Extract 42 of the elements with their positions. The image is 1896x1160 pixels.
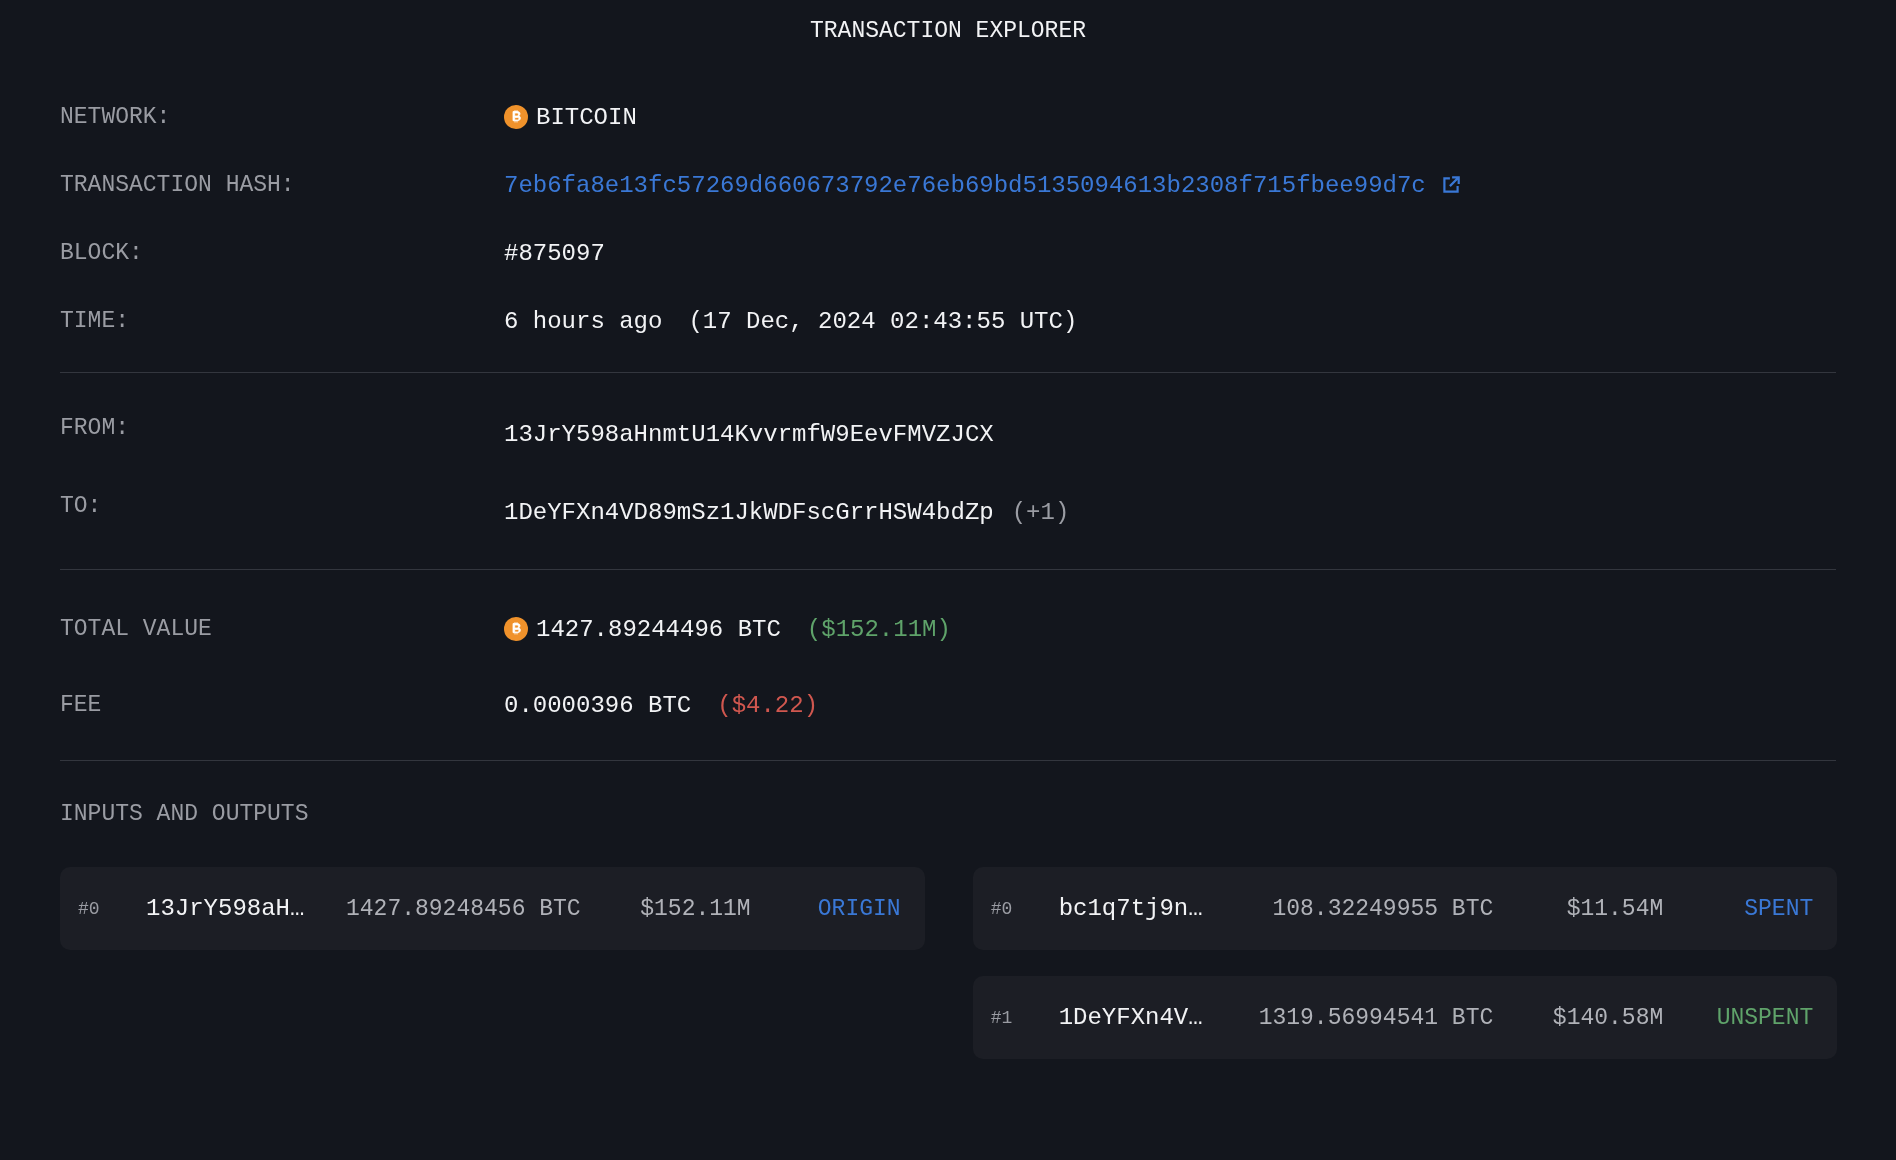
usd-amount: $152.11M xyxy=(639,895,751,922)
usd-amount: $140.58M xyxy=(1551,1004,1664,1031)
index-number: #0 xyxy=(990,898,1014,919)
field-label: TRANSACTION HASH: xyxy=(60,172,296,198)
status-label: UNSPENT xyxy=(1715,1004,1814,1031)
timestamp: (17 Dec, 2024 02:43:55 UTC) xyxy=(688,307,1078,335)
address: 13JrY598aH… xyxy=(146,895,306,922)
index-number: #0 xyxy=(78,898,101,919)
btc-amount: 108.32249955 BTC xyxy=(1271,895,1494,922)
field-label: NETWORK: xyxy=(60,104,172,130)
field-label: TO: xyxy=(60,493,103,519)
btc-amount: 1427.89248456 BTC xyxy=(346,895,581,922)
transfer-card[interactable]: #1 1DeYFXn4V… 1319.56994541 BTC $140.58M UNSPENT xyxy=(972,976,1838,1059)
usd-amount: $11.54M xyxy=(1565,895,1664,922)
status-label: SPENT xyxy=(1743,895,1814,922)
field-label: FEE xyxy=(60,692,103,718)
btc-amount: 0.0000396 BTC xyxy=(504,691,692,719)
section-heading: INPUTS AND OUTPUTS xyxy=(60,801,310,827)
transaction-hash-link[interactable]: 7eb6fa8e13fc57269d660673792e76eb69bd5135094613b2308f715fbee99d7c xyxy=(504,171,1426,199)
address: 1DeYFXn4VD89mSz1JkWDFscGrrHSW4bdZp xyxy=(504,499,994,526)
address: bc1q7tj9n… xyxy=(1058,895,1204,922)
field-value: #875097 xyxy=(504,239,605,267)
btc-amount: 1319.56994541 BTC xyxy=(1258,1004,1494,1031)
field-label: TIME: xyxy=(60,308,130,334)
index-number: #1 xyxy=(990,1007,1014,1028)
address: 1DeYFXn4V… xyxy=(1058,1004,1204,1031)
btc-amount: 1427.89244496 BTC xyxy=(536,615,781,643)
bitcoin-icon xyxy=(504,105,528,129)
field-label: BLOCK: xyxy=(60,240,144,266)
extra-count: (+1) xyxy=(1011,499,1070,526)
field-label: TOTAL VALUE xyxy=(60,616,213,642)
usd-amount: ($4.22) xyxy=(717,691,819,719)
status-label: ORIGIN xyxy=(816,895,901,922)
field-value: 6 hours ago xyxy=(504,307,663,335)
field-value: BITCOIN xyxy=(536,103,637,131)
address: 13JrY598aHnmtU14KvvrmfW9EevFMVZJCX xyxy=(504,421,994,448)
field-label: FROM: xyxy=(60,415,130,441)
page-title: TRANSACTION EXPLORER xyxy=(808,18,1087,44)
usd-amount: ($152.11M) xyxy=(806,615,951,643)
transfer-card[interactable]: #0 13JrY598aH… 1427.89248456 BTC $152.11M ORIGIN xyxy=(60,867,925,950)
bitcoin-icon xyxy=(504,617,528,641)
transfer-card[interactable]: #0 bc1q7tj9n… 108.32249955 BTC $11.54M SPENT xyxy=(972,867,1838,950)
